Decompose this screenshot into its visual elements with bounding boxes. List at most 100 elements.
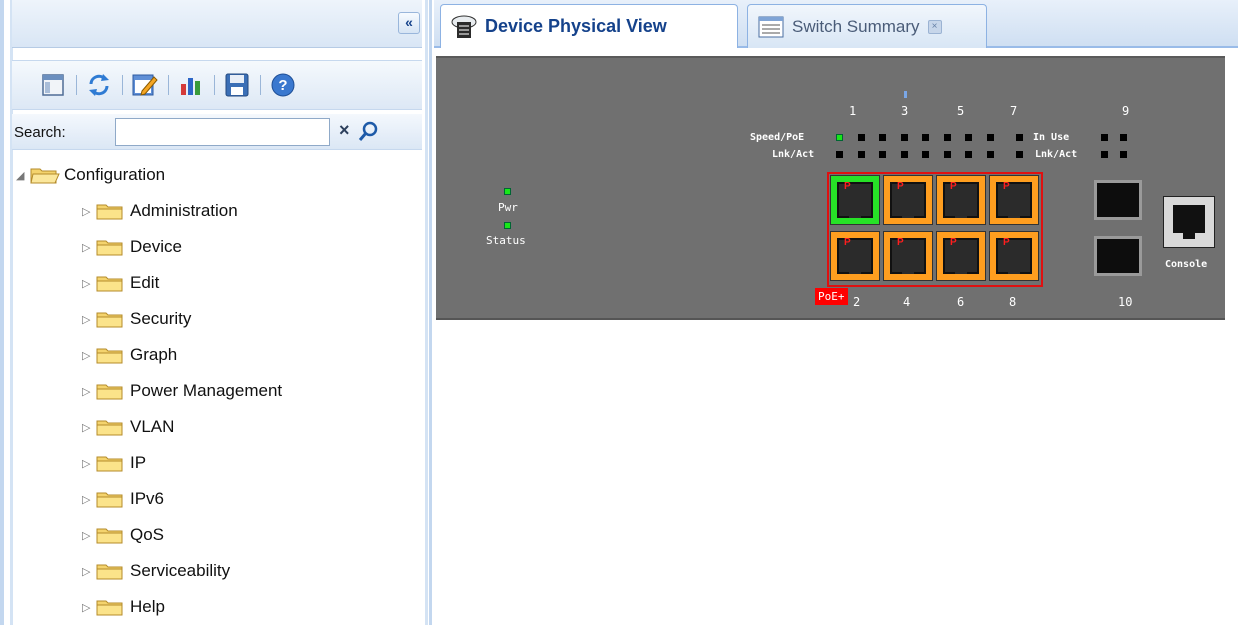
- port-number-8: 8: [1009, 295, 1017, 309]
- tab-device-physical-view[interactable]: Device Physical View: [440, 4, 738, 48]
- tree-item-edit[interactable]: ▷ Edit: [82, 268, 159, 298]
- tree-label: Administration: [130, 201, 238, 220]
- collapsed-arrow-icon[interactable]: ▷: [82, 601, 96, 614]
- lnk-act-label-2: Lnk/Act: [1035, 149, 1078, 160]
- folder-icon: [96, 237, 126, 257]
- collapsed-arrow-icon[interactable]: ▷: [82, 421, 96, 434]
- close-tab-icon[interactable]: ×: [927, 19, 942, 34]
- port-number-6: 6: [957, 295, 965, 309]
- folder-icon: [96, 597, 126, 617]
- tab-switch-summary[interactable]: Switch Summary ×: [747, 4, 987, 48]
- status-led: [504, 222, 511, 229]
- lnk-act-label: Lnk/Act: [772, 149, 815, 160]
- collapsed-arrow-icon[interactable]: ▷: [82, 277, 96, 290]
- port-2[interactable]: P: [830, 231, 880, 281]
- port-1-speed-led: [836, 134, 843, 141]
- search-icon[interactable]: [357, 119, 381, 143]
- tree-item-power-management[interactable]: ▷ Power Management: [82, 376, 282, 406]
- tree-item-security[interactable]: ▷ Security: [82, 304, 191, 334]
- port-6[interactable]: P: [936, 231, 986, 281]
- collapse-sidebar-button[interactable]: «: [398, 12, 420, 34]
- open-folder-icon: [30, 165, 60, 185]
- console-port[interactable]: [1163, 196, 1215, 248]
- navigation-sidebar: « ? Search: × ◢ Configuration ▷ Administ…: [0, 0, 432, 625]
- tree-item-ip[interactable]: ▷ IP: [82, 448, 146, 478]
- tree-label: IP: [130, 453, 147, 472]
- sfp-port-9[interactable]: [1094, 180, 1142, 220]
- poe-plus-badge: PoE+: [815, 288, 848, 305]
- summary-icon: [758, 16, 784, 38]
- collapsed-arrow-icon[interactable]: ▷: [82, 457, 96, 470]
- collapsed-arrow-icon[interactable]: ▷: [82, 205, 96, 218]
- console-label: Console: [1165, 259, 1208, 270]
- tree-item-administration[interactable]: ▷ Administration: [82, 196, 238, 226]
- collapsed-arrow-icon[interactable]: ▷: [82, 529, 96, 542]
- tree-item-serviceability[interactable]: ▷ Serviceability: [82, 556, 230, 586]
- tab-bar: Device Physical View Switch Summary ×: [434, 0, 1238, 48]
- speed-poe-label: Speed/PoE: [750, 132, 805, 143]
- port-number-1: 1: [849, 104, 857, 118]
- folder-icon: [96, 345, 126, 365]
- tree-label: QoS: [130, 525, 165, 544]
- collapsed-arrow-icon[interactable]: ▷: [82, 565, 96, 578]
- tree-item-device[interactable]: ▷ Device: [82, 232, 182, 262]
- folder-icon: [96, 525, 126, 545]
- collapsed-arrow-icon[interactable]: ▷: [82, 241, 96, 254]
- port-1[interactable]: P: [830, 175, 880, 225]
- sidebar-header: «: [12, 0, 422, 48]
- tree-item-qos[interactable]: ▷ QoS: [82, 520, 164, 550]
- folder-icon: [96, 453, 126, 473]
- device-view-icon: [451, 14, 477, 40]
- expanded-arrow-icon[interactable]: ◢: [16, 169, 30, 182]
- in-use-label: In Use: [1033, 132, 1070, 143]
- port-5[interactable]: P: [936, 175, 986, 225]
- collapsed-arrow-icon[interactable]: ▷: [82, 493, 96, 506]
- port-3[interactable]: P: [883, 175, 933, 225]
- sidebar-toolbar: ?: [12, 60, 422, 110]
- tree-label: Serviceability: [130, 561, 231, 580]
- tree-label: Edit: [130, 273, 160, 292]
- pwr-led: [504, 188, 511, 195]
- chart-icon[interactable]: [178, 72, 215, 98]
- collapsed-arrow-icon[interactable]: ▷: [82, 349, 96, 362]
- folder-icon: [96, 201, 126, 221]
- layout-icon[interactable]: [40, 72, 77, 98]
- tab-label: Switch Summary: [792, 16, 920, 36]
- folder-icon: [96, 561, 126, 581]
- search-input[interactable]: [115, 118, 330, 146]
- folder-icon: [96, 417, 126, 437]
- tree-item-graph[interactable]: ▷ Graph: [82, 340, 177, 370]
- sfp-port-10[interactable]: [1094, 236, 1142, 276]
- collapsed-arrow-icon[interactable]: ▷: [82, 385, 96, 398]
- folder-icon: [96, 273, 126, 293]
- tree-label: Graph: [130, 345, 178, 364]
- port-4[interactable]: P: [883, 231, 933, 281]
- pwr-label: Pwr: [498, 201, 518, 214]
- tab-label: Device Physical View: [485, 16, 667, 36]
- status-label: Status: [486, 234, 526, 247]
- tree-item-help[interactable]: ▷ Help: [82, 592, 165, 622]
- port-number-7: 7: [1010, 104, 1018, 118]
- port-7[interactable]: P: [989, 175, 1039, 225]
- port-number-3: 3: [901, 104, 909, 118]
- port-8[interactable]: P: [989, 231, 1039, 281]
- svg-text:?: ?: [278, 77, 287, 94]
- tree-item-ipv6[interactable]: ▷ IPv6: [82, 484, 164, 514]
- folder-icon: [96, 381, 126, 401]
- tree-item-configuration[interactable]: ◢ Configuration: [16, 160, 165, 190]
- help-icon[interactable]: ?: [270, 72, 296, 98]
- tree-item-vlan[interactable]: ▷ VLAN: [82, 412, 174, 442]
- collapsed-arrow-icon[interactable]: ▷: [82, 313, 96, 326]
- device-physical-view: Pwr Status 1 3 5 7 9 Speed/PoE Lnk/Act I…: [436, 56, 1225, 320]
- save-icon[interactable]: [224, 72, 261, 98]
- tree-label: VLAN: [130, 417, 175, 436]
- tree-label: Help: [130, 597, 165, 616]
- port-number-9: 9: [1122, 104, 1130, 118]
- port-number-10: 10: [1118, 295, 1133, 309]
- refresh-icon[interactable]: [86, 72, 123, 98]
- tree-label: Security: [130, 309, 192, 328]
- clear-search-icon[interactable]: ×: [339, 120, 350, 141]
- search-label: Search:: [14, 124, 66, 141]
- edit-icon[interactable]: [132, 72, 169, 98]
- tree-label: Device: [130, 237, 182, 256]
